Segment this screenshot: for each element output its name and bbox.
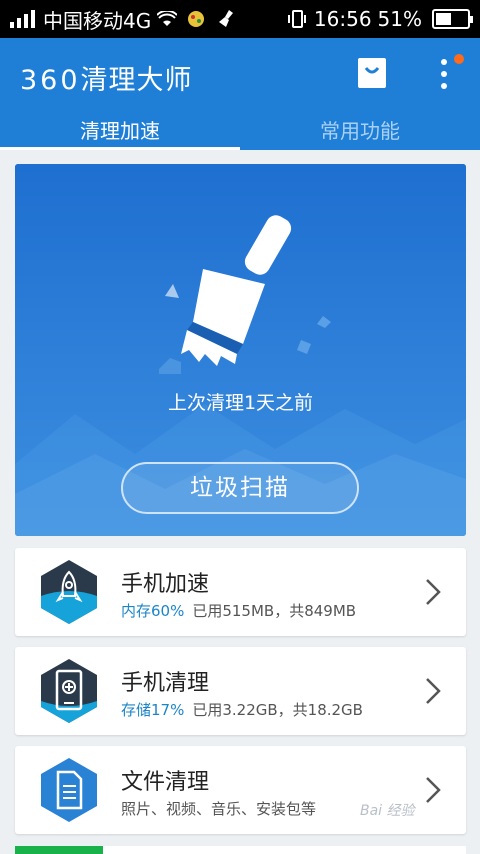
list-item-subtitle: 照片、视频、音乐、安装包等: [121, 798, 316, 819]
list-item-title: 手机清理: [121, 671, 210, 696]
battery-icon: [432, 9, 473, 29]
phone-storage-icon: [41, 659, 97, 723]
tab-clean-speed[interactable]: 清理加速: [0, 114, 240, 150]
shopping-bag-icon[interactable]: [356, 56, 388, 90]
vibrate-icon: [287, 10, 306, 28]
signal-icon: [10, 10, 35, 28]
logo-text: 清理大师: [80, 65, 193, 96]
list-item-phone-speed[interactable]: 手机加速 内存60% 已用515MB，共849MB: [15, 548, 466, 636]
tab-common-functions[interactable]: 常用功能: [240, 114, 480, 150]
list-item-file-clean[interactable]: 文件清理 照片、视频、音乐、安装包等: [15, 746, 466, 834]
storage-percent: 存储17%: [121, 701, 185, 719]
broom-icon: [159, 215, 331, 374]
status-bar: 中国移动4G 16:56 51%: [0, 0, 480, 38]
watermark: Bai 经验: [360, 803, 415, 819]
active-tab-indicator: [0, 147, 240, 150]
carrier-label: 中国移动4G: [43, 8, 152, 33]
file-types-detail: 照片、视频、音乐、安装包等: [121, 800, 317, 818]
tab-bar: 清理加速 常用功能: [0, 114, 480, 150]
wifi-icon: [157, 11, 178, 26]
rocket-icon: [41, 560, 97, 624]
last-clean-text: 上次清理1天之前: [167, 392, 314, 414]
list-item-subtitle: 存储17% 已用3.22GB，共18.2GB: [121, 699, 363, 720]
list-item-subtitle: 内存60% 已用515MB，共849MB: [121, 600, 356, 621]
chevron-right-icon: [426, 678, 441, 704]
app-notification-icon: [188, 11, 205, 27]
list-item-phone-clean[interactable]: 手机清理 存储17% 已用3.22GB，共18.2GB: [15, 647, 466, 735]
next-list-item-edge: [15, 846, 466, 854]
clean-hero-card: 上次清理1天之前 垃圾扫描: [15, 164, 466, 536]
cleaner-notification-icon: [219, 10, 234, 27]
memory-detail: 已用515MB，共849MB: [192, 602, 357, 620]
document-icon: [41, 758, 97, 822]
app-logo: 360清理大师: [20, 58, 193, 97]
app-header: 360清理大师 清理加速 常用功能: [0, 38, 480, 150]
green-item-icon-edge: [15, 846, 103, 854]
logo-number: 360: [20, 65, 81, 96]
chevron-right-icon: [426, 777, 441, 803]
storage-detail: 已用3.22GB，共18.2GB: [192, 701, 363, 719]
list-item-title: 文件清理: [121, 770, 210, 795]
notification-badge: [454, 54, 464, 64]
more-menu-icon[interactable]: [436, 58, 452, 90]
memory-percent: 内存60%: [121, 602, 185, 620]
chevron-right-icon: [426, 579, 441, 605]
list-item-title: 手机加速: [121, 572, 210, 597]
clock: 16:56: [313, 7, 372, 31]
battery-percent: 51%: [377, 7, 422, 31]
junk-scan-button[interactable]: 垃圾扫描: [121, 462, 359, 514]
